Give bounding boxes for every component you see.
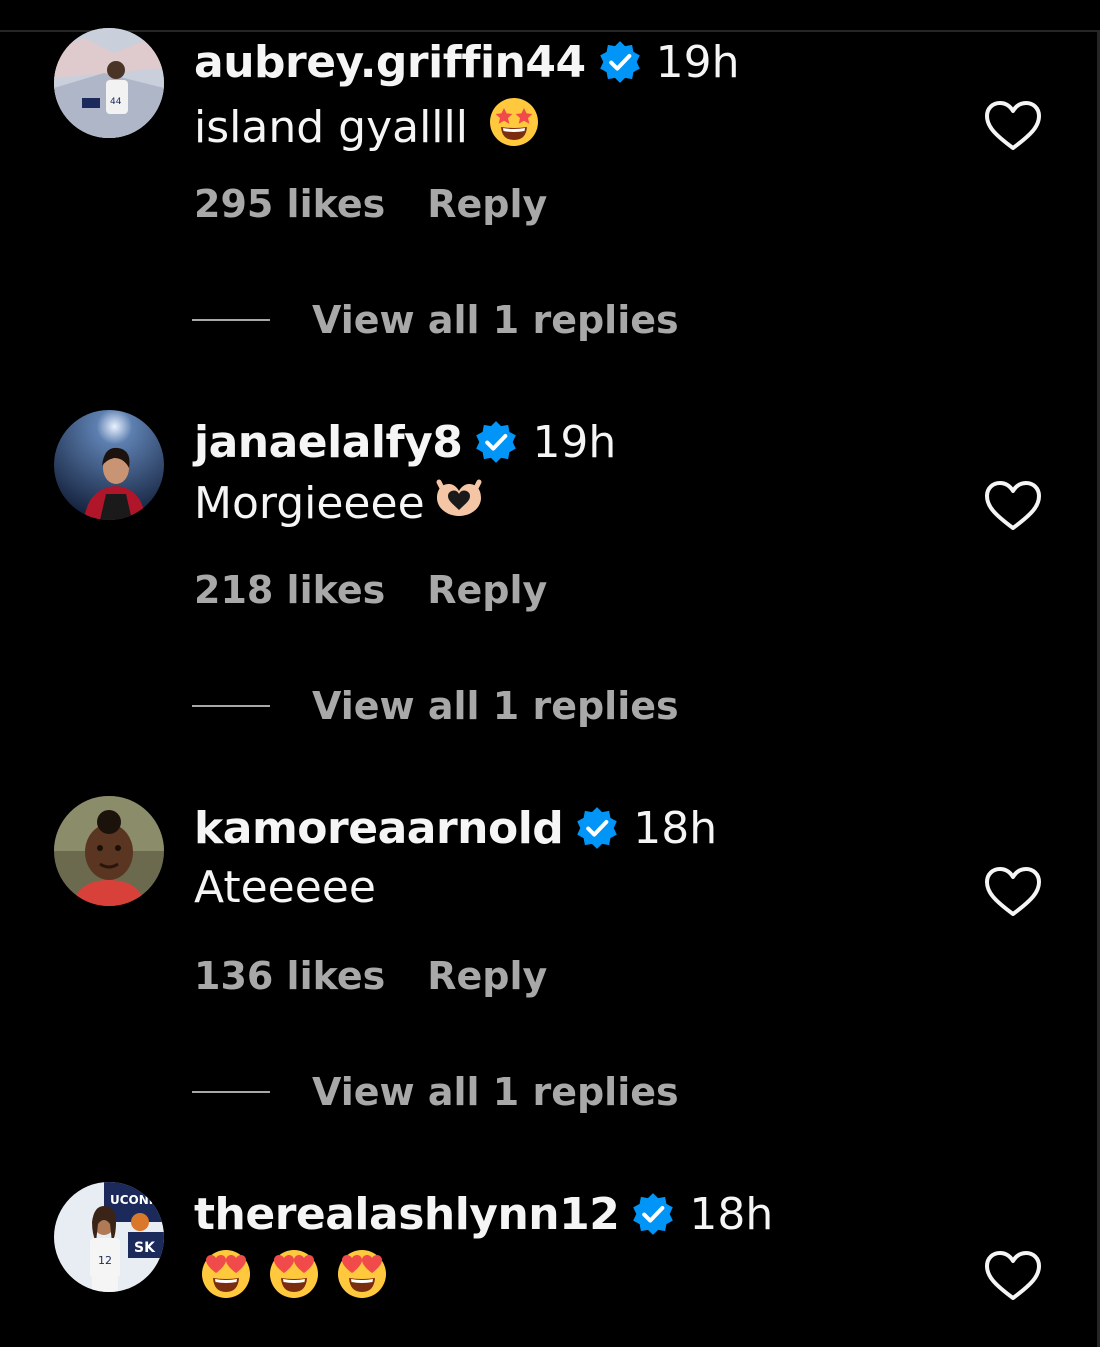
avatar[interactable]: UCONN SK 12 [54,1182,164,1292]
like-count[interactable]: 136 likes [194,954,385,998]
reply-button[interactable]: Reply [427,182,547,226]
star-struck-emoji [488,96,540,159]
verified-badge-icon [598,40,642,84]
svg-text:UCONN: UCONN [110,1193,159,1207]
like-heart-icon[interactable] [984,480,1042,532]
view-replies-button[interactable]: View all 1 replies [192,298,679,342]
heart-eyes-emoji [200,1248,252,1311]
view-replies-label: View all 1 replies [312,684,679,728]
replies-divider [192,319,270,321]
svg-text:12: 12 [98,1254,112,1267]
like-count[interactable]: 295 likes [194,182,385,226]
comment-item: UCONN SK 12 therealashlynn12 18h [0,1182,1100,1347]
username[interactable]: therealashlynn12 [194,1189,620,1240]
avatar[interactable] [54,796,164,906]
svg-text:44: 44 [110,97,122,107]
timestamp[interactable]: 18h [633,803,717,854]
username[interactable]: aubrey.griffin44 [194,37,586,88]
comment-item: janaelalfy8 19h Morgieeee 218 likes Repl… [0,410,1100,795]
heart-eyes-emoji [336,1248,388,1311]
view-replies-label: View all 1 replies [312,1070,679,1114]
heart-eyes-emoji [268,1248,320,1311]
like-count[interactable]: 218 likes [194,568,385,612]
timestamp[interactable]: 19h [532,417,616,468]
view-replies-button[interactable]: View all 1 replies [192,684,679,728]
heart-hands-emoji [433,476,485,531]
comment-item: kamoreaarnold 18h Ateeeee 136 likes Repl… [0,796,1100,1181]
verified-badge-icon [631,1192,675,1236]
username[interactable]: janaelalfy8 [194,417,463,468]
like-heart-icon[interactable] [984,866,1042,918]
reply-button[interactable]: Reply [427,954,547,998]
svg-text:SK: SK [134,1240,156,1256]
view-replies-label: View all 1 replies [312,298,679,342]
verified-badge-icon [575,806,619,850]
like-heart-icon[interactable] [984,100,1042,152]
like-heart-icon[interactable] [984,1250,1042,1302]
comment-emojis [200,1248,388,1311]
username[interactable]: kamoreaarnold [194,803,564,854]
comment-item: 44 aubrey.griffin44 19h island gyallll 2… [0,28,1100,415]
replies-divider [192,1091,270,1093]
replies-divider [192,705,270,707]
comment-text: Morgieeee [194,478,425,529]
comment-text: island gyallll [194,102,468,153]
view-replies-button[interactable]: View all 1 replies [192,1070,679,1114]
avatar[interactable]: 44 [54,28,164,138]
reply-button[interactable]: Reply [427,568,547,612]
timestamp[interactable]: 18h [689,1189,773,1240]
comment-text: Ateeeee [194,862,376,913]
avatar[interactable] [54,410,164,520]
verified-badge-icon [474,420,518,464]
timestamp[interactable]: 19h [656,37,740,88]
